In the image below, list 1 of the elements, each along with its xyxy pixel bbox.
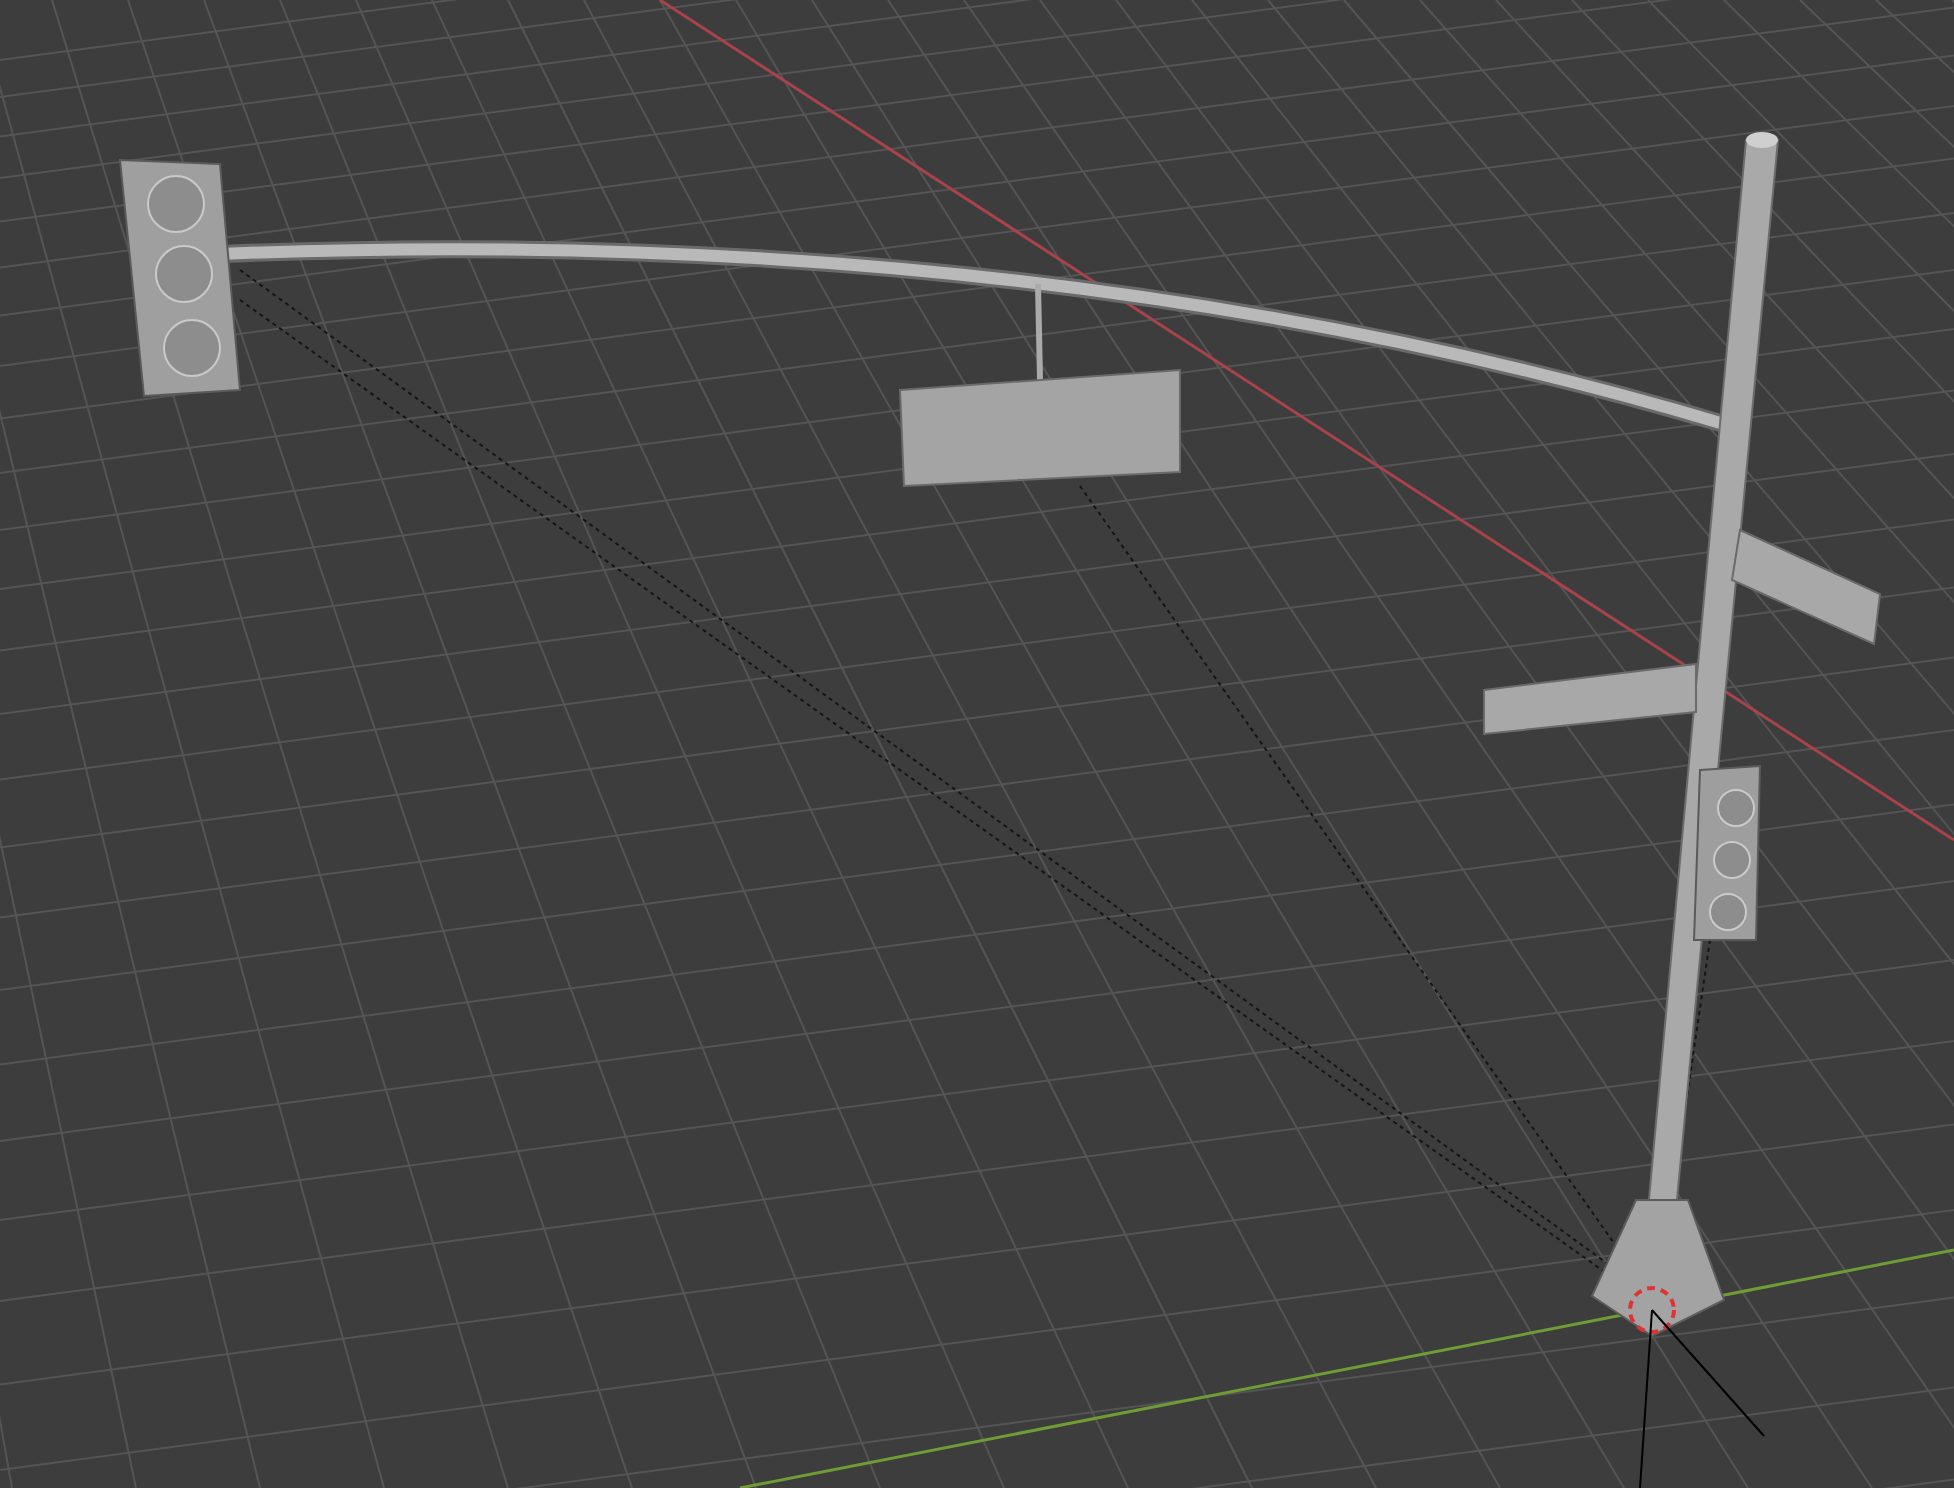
- 3d-cursor-icon: [1628, 1286, 1765, 1488]
